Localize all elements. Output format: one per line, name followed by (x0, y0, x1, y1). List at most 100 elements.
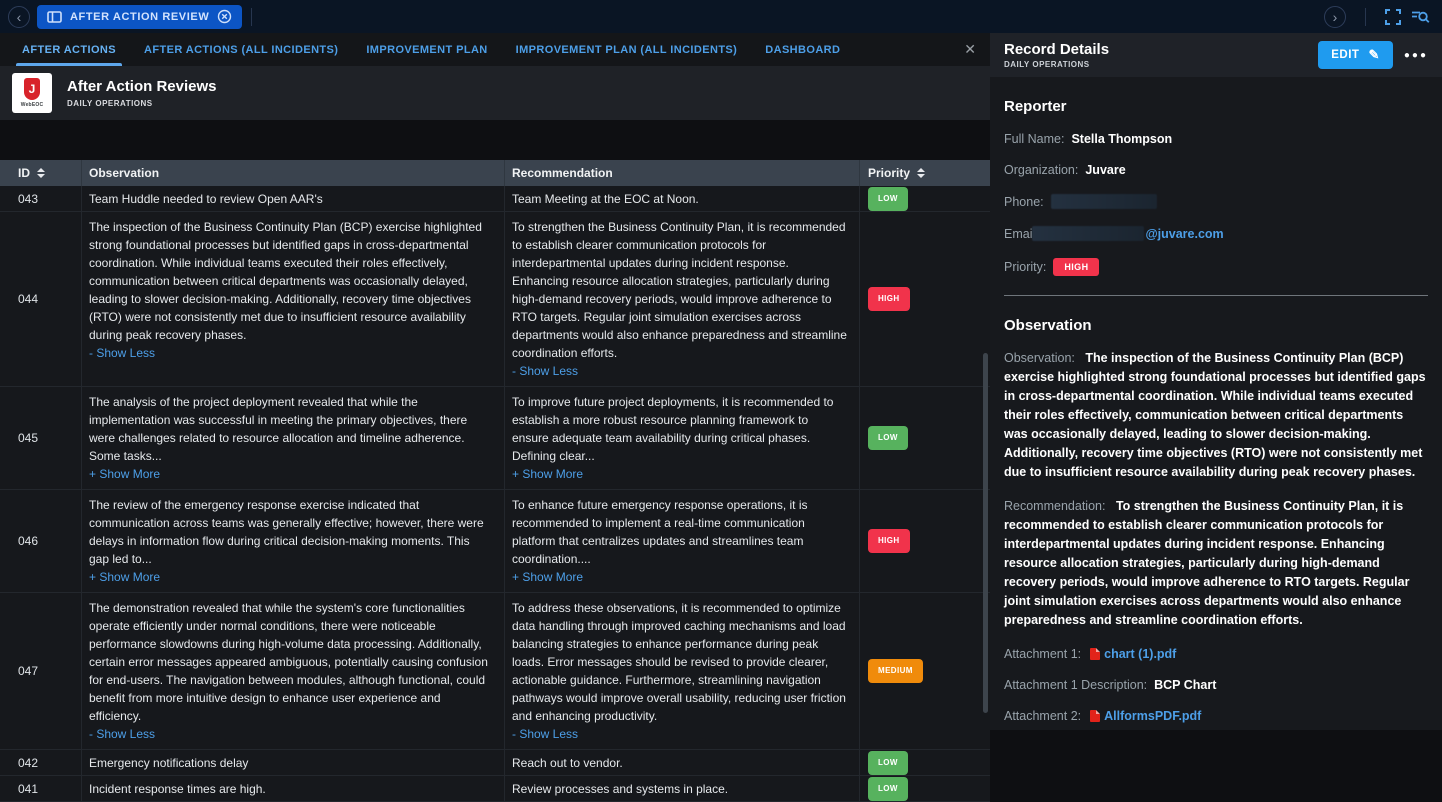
row-id-cell: 044 (0, 212, 82, 386)
table-row[interactable]: 046The review of the emergency response … (0, 490, 990, 593)
recommendation-text: Team Meeting at the EOC at Noon. (512, 190, 699, 208)
show-more-link[interactable]: + Show More (89, 568, 492, 586)
attachment-row: Attachment 2: AllformsPDF.pdf (1004, 709, 1428, 723)
more-options-button[interactable]: ●●● (1404, 50, 1428, 61)
priority-cell: HIGH (860, 490, 990, 592)
priority-badge: LOW (868, 426, 908, 450)
show-less-link[interactable]: - Show Less (89, 725, 492, 743)
column-header-observation: Observation (82, 160, 505, 186)
attachment-filename: chart (1).pdf (1104, 647, 1176, 661)
row-id-cell: 047 (0, 593, 82, 749)
attachment-description-label: Attachment 1 Description: (1004, 678, 1147, 692)
observation-heading: Observation (1004, 317, 1428, 334)
attachment-label: Attachment 2: (1004, 709, 1081, 723)
chevron-left-icon: ‹ (17, 10, 22, 24)
tab-improvement-plan[interactable]: IMPROVEMENT PLAN (352, 33, 501, 66)
sort-icon (917, 168, 925, 178)
show-less-link[interactable]: - Show Less (512, 362, 847, 380)
page-subtitle: DAILY OPERATIONS (67, 99, 216, 108)
redacted-phone (1051, 194, 1157, 209)
table-row[interactable]: 047The demonstration revealed that while… (0, 593, 990, 750)
attachment-link[interactable]: AllformsPDF.pdf (1088, 709, 1201, 723)
organization-label: Organization: (1004, 163, 1078, 177)
tab-after-actions[interactable]: AFTER ACTIONS (8, 33, 130, 66)
table-row[interactable]: 041Incident response times are high.Revi… (0, 776, 990, 802)
close-circle-icon[interactable] (217, 9, 232, 24)
observation-text: Emergency notifications delay (89, 754, 248, 772)
sort-icon (37, 168, 45, 178)
recommendation-text: To improve future project deployments, i… (512, 393, 847, 465)
priority-label: Priority: (1004, 260, 1046, 274)
show-more-link[interactable]: + Show More (89, 465, 492, 483)
column-header-id[interactable]: ID (0, 160, 82, 186)
row-id-cell: 046 (0, 490, 82, 592)
observation-text: Team Huddle needed to review Open AAR's (89, 190, 323, 208)
priority-badge: LOW (868, 187, 908, 211)
priority-badge: HIGH (868, 287, 910, 311)
column-header-recommendation: Recommendation (505, 160, 860, 186)
chevron-right-icon: › (1333, 10, 1338, 24)
observation-cell: The review of the emergency response exe… (82, 490, 505, 592)
attachment-filename: AllformsPDF.pdf (1104, 709, 1201, 723)
table-row[interactable]: 044The inspection of the Business Contin… (0, 212, 990, 387)
row-id: 044 (18, 290, 38, 308)
table-row[interactable]: 043Team Huddle needed to review Open AAR… (0, 186, 990, 212)
priority-cell: HIGH (860, 212, 990, 386)
filter-search-icon[interactable] (1411, 9, 1430, 25)
tab-improvement-plan-all-incidents[interactable]: IMPROVEMENT PLAN (ALL INCIDENTS) (502, 33, 752, 66)
priority-cell: MEDIUM (860, 593, 990, 749)
reporter-heading: Reporter (1004, 98, 1428, 115)
redacted-email (1032, 226, 1144, 241)
workspace-tab[interactable]: AFTER ACTION REVIEW (37, 5, 242, 29)
priority-cell: LOW (860, 776, 990, 801)
forward-button[interactable]: › (1324, 6, 1346, 28)
record-details-panel: Record Details DAILY OPERATIONS EDIT ✎ ●… (990, 33, 1442, 730)
sort-down-arrow (917, 174, 925, 178)
column-label: Observation (89, 166, 159, 180)
observation-text: The inspection of the Business Continuit… (1004, 351, 1426, 479)
email-domain-link[interactable]: @juvare.com (1145, 227, 1223, 241)
priority-cell: LOW (860, 750, 990, 775)
priority-row: Priority: HIGH (1004, 258, 1428, 276)
topbar-actions: › (1324, 6, 1430, 28)
row-id: 042 (18, 754, 38, 772)
after-actions-pane: AFTER ACTIONSAFTER ACTIONS (ALL INCIDENT… (0, 33, 990, 730)
priority-badge: LOW (868, 751, 908, 775)
observation-text: The review of the emergency response exe… (89, 496, 492, 568)
spacer (0, 120, 990, 160)
webeoc-logo: J WebEOC (12, 73, 52, 113)
tab-dashboard[interactable]: DASHBOARD (751, 33, 854, 66)
column-header-priority[interactable]: Priority (860, 160, 990, 186)
back-button[interactable]: ‹ (8, 6, 30, 28)
show-more-link[interactable]: + Show More (512, 568, 847, 586)
edit-button[interactable]: EDIT ✎ (1318, 41, 1393, 69)
attachment-label: Attachment 1: (1004, 647, 1081, 661)
show-less-link[interactable]: - Show Less (512, 725, 847, 743)
full-name-label: Full Name: (1004, 132, 1064, 146)
phone-label: Phone: (1004, 195, 1044, 209)
column-label: Recommendation (512, 166, 613, 180)
row-id-cell: 041 (0, 776, 82, 801)
recommendation-cell: Team Meeting at the EOC at Noon. (505, 186, 860, 211)
row-id: 045 (18, 429, 38, 447)
show-less-link[interactable]: - Show Less (89, 344, 492, 362)
organization-value: Juvare (1085, 163, 1125, 177)
section-divider (1004, 295, 1428, 296)
close-icon[interactable]: ✕ (964, 41, 976, 58)
recommendation-label: Recommendation: (1004, 499, 1105, 513)
table-row[interactable]: 042 Emergency notifications delay Reach ou… (0, 750, 990, 776)
table-scrollbar[interactable] (983, 353, 988, 713)
recommendation-text: Reach out to vendor. (512, 754, 623, 772)
priority-badge: MEDIUM (868, 659, 923, 683)
record-details-title: Record Details (1004, 41, 1109, 58)
fullscreen-icon[interactable] (1385, 9, 1401, 25)
show-more-link[interactable]: + Show More (512, 465, 847, 483)
board-tab-bar: AFTER ACTIONSAFTER ACTIONS (ALL INCIDENT… (0, 33, 990, 66)
observation-cell: Incident response times are high. (82, 776, 505, 801)
table-row[interactable]: 045The analysis of the project deploymen… (0, 387, 990, 490)
priority-badge: HIGH (1053, 258, 1099, 276)
tab-after-actions-all-incidents[interactable]: AFTER ACTIONS (ALL INCIDENTS) (130, 33, 352, 66)
attachment-link[interactable]: chart (1).pdf (1088, 647, 1176, 661)
recommendation-cell: To enhance future emergency response ope… (505, 490, 860, 592)
recommendation-text: To enhance future emergency response ope… (512, 496, 847, 568)
